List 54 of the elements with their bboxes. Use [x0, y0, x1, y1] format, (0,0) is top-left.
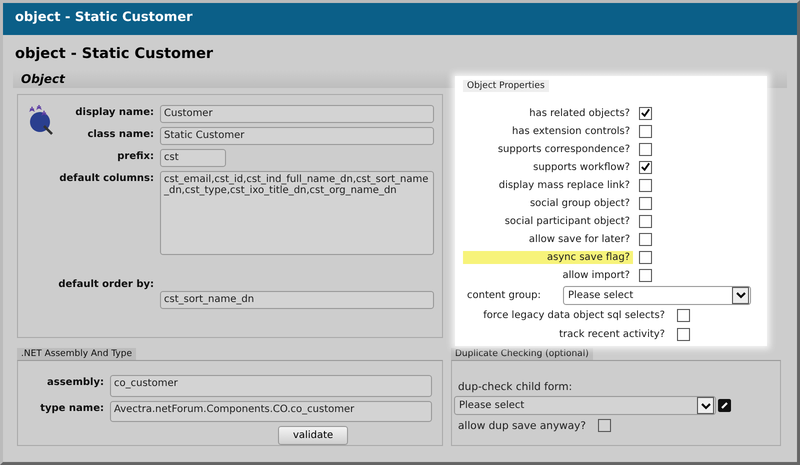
checkbox[interactable] [639, 214, 652, 228]
field-label: assembly: [46, 376, 105, 390]
input-field[interactable]: co_customer [110, 375, 432, 397]
property-label: has related objects? [528, 106, 631, 120]
field-label: allow dup save anyway? [458, 420, 586, 432]
field-label: default columns: [58, 172, 155, 186]
property-label: social group object? [528, 196, 631, 210]
checkbox[interactable] [639, 178, 652, 192]
caret-icon [697, 397, 714, 414]
input-field[interactable]: cst [160, 149, 226, 167]
property-label: social participant object? [504, 214, 631, 228]
property-label: force legacy data object sql selects? [482, 310, 666, 321]
property-label: allow save for later? [528, 232, 631, 246]
field-label: class name: [86, 128, 155, 142]
checkbox[interactable] [639, 250, 652, 264]
property-label: has extension controls? [511, 124, 631, 138]
validate-button[interactable]: validate [278, 426, 348, 445]
property-label: async save flag? [463, 250, 633, 264]
checkbox[interactable] [677, 309, 690, 322]
property-label: track recent activity? [558, 329, 666, 340]
caret-icon [732, 286, 749, 304]
field-label: display name: [74, 106, 155, 120]
page-heading: object - Static Customer [14, 45, 214, 64]
select-field[interactable]: Please select [454, 396, 716, 415]
property-label: display mass replace link? [498, 178, 631, 192]
section-title: .NET Assembly And Type [17, 348, 136, 360]
edit-icon[interactable] [718, 399, 731, 412]
field-label: dup-check child form: [457, 381, 574, 393]
text-area[interactable]: cst_email,cst_id,cst_ind_full_name_dn,cst_sort_name_dn,cst_type,cst_ixo_title_dn,cst_org_name_dn [160, 171, 434, 255]
input-field[interactable]: Static Customer [160, 127, 434, 145]
property-label: supports correspondence? [496, 142, 631, 156]
checkbox[interactable] [639, 124, 652, 138]
checkbox[interactable] [639, 160, 652, 174]
checkbox[interactable] [639, 142, 652, 156]
input-field[interactable]: cst_sort_name_dn [160, 291, 434, 309]
input-field[interactable]: Avectra.netForum.Components.CO.co_customer [110, 400, 432, 422]
field-label: type name: [39, 402, 105, 416]
checkbox[interactable] [639, 196, 652, 210]
checkbox[interactable] [639, 106, 652, 120]
property-label: supports workflow? [532, 160, 631, 174]
checkbox[interactable] [598, 419, 611, 432]
panel-title: Object Properties [463, 80, 549, 92]
window-title: object - Static Customer [3, 3, 797, 35]
property-label: allow import? [562, 268, 631, 282]
checkbox[interactable] [639, 268, 652, 282]
checkbox[interactable] [639, 232, 652, 246]
select-field[interactable]: Please select [563, 286, 751, 304]
field-label: content group: [466, 290, 542, 300]
section-title: Duplicate Checking (optional) [451, 348, 593, 360]
field-label: default order by: [57, 278, 155, 292]
field-label: prefix: [116, 150, 155, 164]
wand-icon [26, 105, 54, 135]
input-field[interactable]: Customer [160, 105, 434, 123]
checkbox[interactable] [677, 328, 690, 341]
